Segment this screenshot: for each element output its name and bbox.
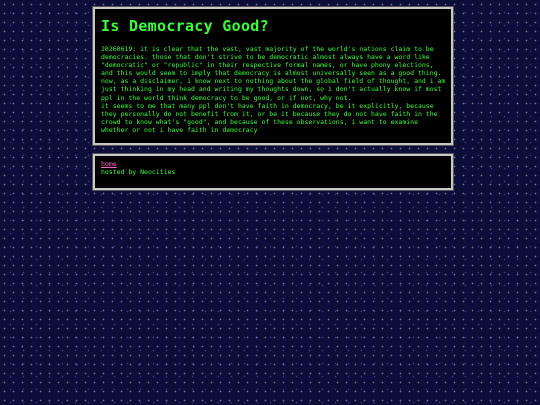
- paragraph-disclaimer: now, as a disclaimer, i know next to not…: [101, 77, 446, 102]
- paragraph-intro: 20260619: it is clear that the vast, vas…: [101, 45, 442, 78]
- home-link[interactable]: home: [101, 160, 449, 168]
- article-panel: Is Democracy Good? 20260619: it is clear…: [93, 7, 453, 145]
- hosted-by-text: hosted by Neocities: [101, 168, 176, 176]
- page-title: Is Democracy Good?: [101, 17, 269, 35]
- paragraph-observation: it seems to me that many ppl don't have …: [101, 101, 438, 134]
- footer-panel: home hosted by Neocities: [93, 154, 453, 190]
